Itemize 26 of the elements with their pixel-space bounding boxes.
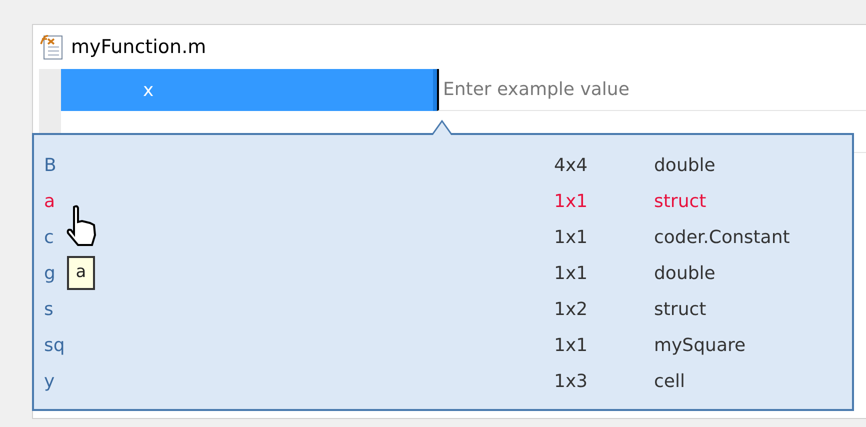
variable-name[interactable]: s (44, 298, 54, 320)
variable-class: mySquare (654, 334, 746, 358)
variable-name[interactable]: g (44, 262, 56, 284)
variable-size: 1x1 (554, 226, 589, 250)
input-name-cell[interactable]: x (61, 69, 437, 111)
variable-size: 1x2 (554, 298, 589, 322)
function-file-icon (39, 33, 65, 61)
variable-name[interactable]: c (44, 226, 54, 248)
variable-size: 1x1 (554, 190, 589, 214)
variable-name[interactable]: a (44, 190, 56, 212)
variable-name[interactable]: y (44, 370, 55, 392)
example-value-field[interactable]: Enter example value (437, 69, 866, 111)
variable-class: struct (654, 298, 706, 322)
variable-name[interactable]: B (44, 154, 56, 176)
file-title: myFunction.m (71, 34, 206, 60)
variable-size: 4x4 (554, 154, 589, 178)
variable-class: struct (654, 190, 706, 214)
variable-class: coder.Constant (654, 226, 790, 250)
variable-class: double (654, 262, 716, 286)
variable-class: cell (654, 370, 685, 394)
variable-size: 1x3 (554, 370, 589, 394)
variable-class: double (654, 154, 716, 178)
variable-name[interactable]: sq (44, 334, 65, 356)
variable-size: 1x1 (554, 262, 589, 286)
tooltip: a (67, 256, 95, 290)
variable-size: 1x1 (554, 334, 589, 358)
